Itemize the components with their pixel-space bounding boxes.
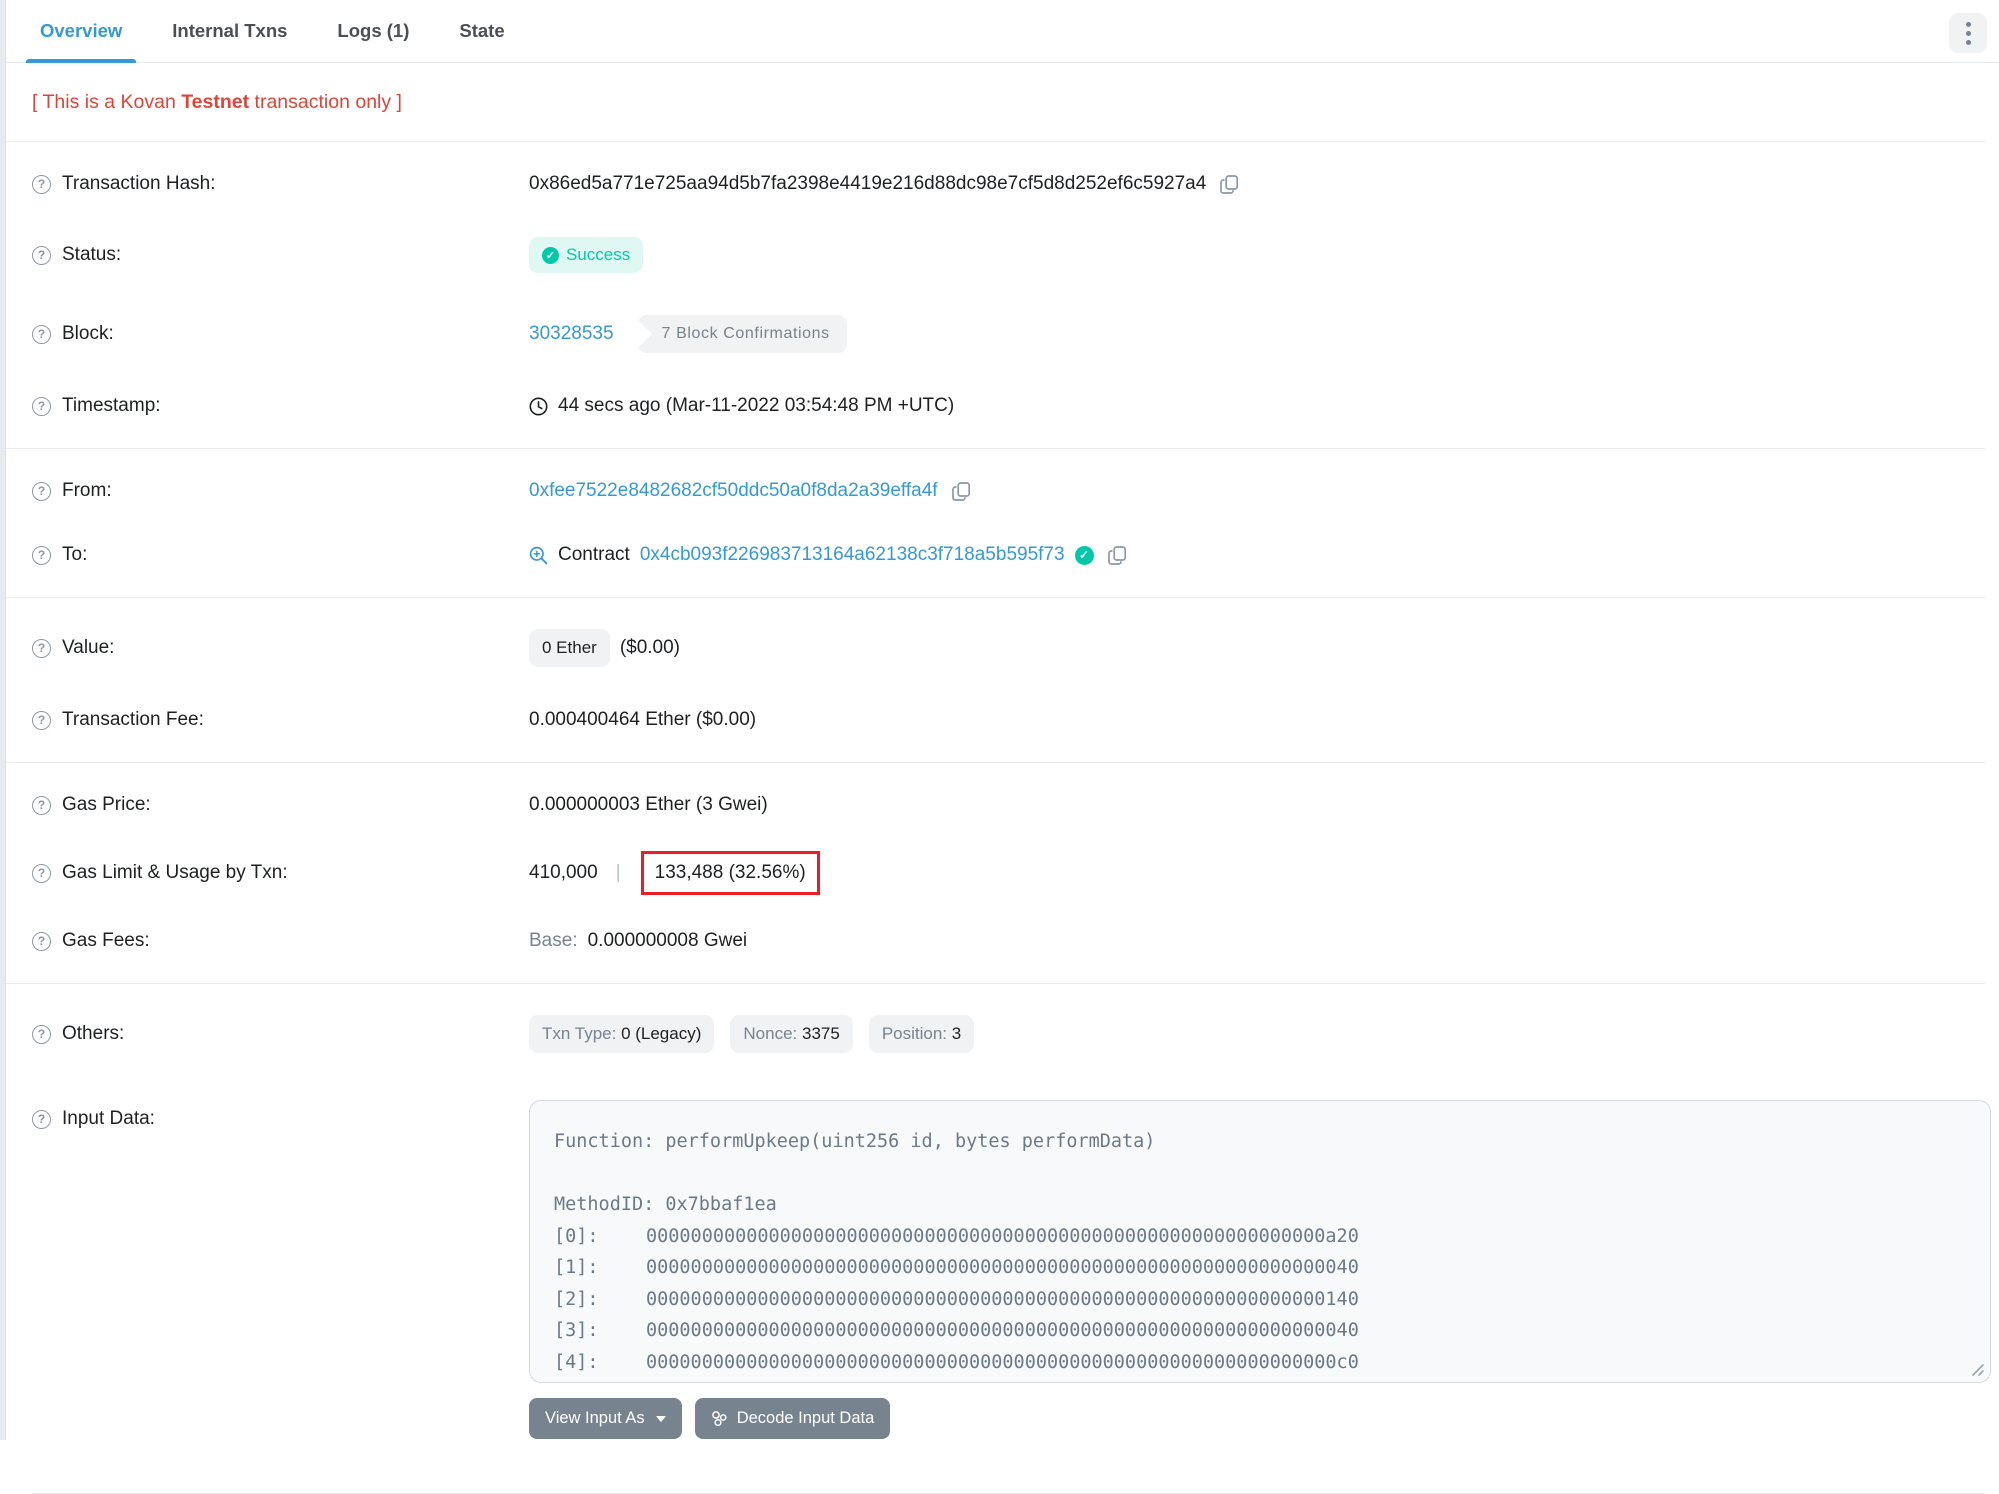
nonce-badge: Nonce: 3375 — [730, 1015, 853, 1053]
transaction-hash-value: 0x86ed5a771e725aa94d5b7fa2398e4419e216d8… — [529, 173, 1207, 194]
transaction-fee-label: ? Transaction Fee: — [32, 709, 529, 731]
position-badge: Position: 3 — [868, 1015, 975, 1053]
block-number-link[interactable]: 30328535 — [529, 323, 614, 345]
row-status: ? Status: ✓ Success — [6, 216, 1985, 294]
separator: | — [615, 862, 621, 883]
help-icon[interactable]: ? — [32, 1024, 51, 1044]
help-icon[interactable]: ? — [32, 174, 51, 194]
row-transaction-hash: ? Transaction Hash: 0x86ed5a771e725aa94d… — [6, 152, 1985, 216]
from-label: ? From: — [32, 480, 529, 502]
row-gas-fees: ? Gas Fees: Base: 0.000000008 Gwei — [6, 909, 1985, 973]
verified-contract-icon: ✓ — [1074, 545, 1094, 565]
row-gas-price: ? Gas Price: 0.000000003 Ether (3 Gwei) — [6, 773, 1985, 837]
gas-fees-label: ? Gas Fees: — [32, 930, 529, 952]
copy-icon[interactable] — [1220, 174, 1239, 194]
gas-price-label: ? Gas Price: — [32, 794, 529, 816]
view-input-as-button[interactable]: View Input As — [529, 1398, 682, 1439]
row-gas-limit-usage: ? Gas Limit & Usage by Txn: 410,000 | 13… — [6, 837, 1985, 909]
testnet-notice: [ This is a Kovan Testnet transaction on… — [32, 91, 402, 113]
transaction-hash-label: ? Transaction Hash: — [32, 173, 529, 195]
tab-logs[interactable]: Logs (1) — [323, 0, 423, 62]
section-summary: ? Transaction Hash: 0x86ed5a771e725aa94d… — [6, 141, 1985, 448]
input-param-row: [0]: 000000000000000000000000000000000000… — [554, 1225, 1359, 1247]
input-param-row: [5]:000000000000000000000000000000000000… — [554, 1378, 1966, 1382]
from-address-link[interactable]: 0xfee7522e8482682cf50ddc50a0f8da2a39effa… — [529, 480, 938, 502]
to-contract-prefix: Contract — [558, 544, 630, 565]
more-options-button[interactable] — [1949, 13, 1987, 53]
help-icon[interactable]: ? — [32, 638, 51, 658]
base-fee-label: Base: — [529, 930, 578, 951]
row-transaction-fee: ? Transaction Fee: 0.000400464 Ether ($0… — [6, 688, 1985, 752]
gas-limit-label: ? Gas Limit & Usage by Txn: — [32, 862, 529, 884]
vertical-ellipsis-icon — [1965, 21, 1971, 45]
section-parties: ? From: 0xfee7522e8482682cf50ddc50a0f8da… — [6, 448, 1985, 597]
method-id: MethodID: 0x7bbaf1ea — [554, 1194, 777, 1215]
decode-input-data-button[interactable]: Decode Input Data — [694, 1398, 891, 1439]
to-label: ? To: — [32, 544, 529, 566]
block-confirmations-badge: 7 Block Confirmations — [637, 315, 847, 353]
help-icon[interactable]: ? — [32, 931, 51, 951]
tab-state[interactable]: State — [445, 0, 518, 62]
section-gas: ? Gas Price: 0.000000003 Ether (3 Gwei) … — [6, 762, 1985, 983]
copy-icon[interactable] — [951, 481, 971, 501]
timestamp-label: ? Timestamp: — [32, 395, 529, 417]
input-data-label: ? Input Data: — [32, 1100, 529, 1130]
help-icon[interactable]: ? — [32, 795, 51, 815]
value-ether-badge: 0 Ether — [529, 629, 610, 667]
row-from: ? From: 0xfee7522e8482682cf50ddc50a0f8da… — [6, 459, 1985, 523]
input-data-textarea[interactable]: Function: performUpkeep(uint256 id, byte… — [529, 1100, 1991, 1383]
tab-overview[interactable]: Overview — [26, 0, 137, 63]
to-address-link[interactable]: 0x4cb093f226983713164a62138c3f718a5b595f… — [640, 544, 1065, 566]
value-usd: ($0.00) — [619, 637, 681, 658]
row-block: ? Block: 30328535 7 Block Confirmations — [6, 294, 1985, 374]
row-timestamp: ? Timestamp: 44 secs ago (Mar-11-2022 03… — [6, 374, 1985, 438]
check-circle-icon: ✓ — [542, 246, 559, 264]
value-label: ? Value: — [32, 637, 529, 659]
tab-bar: Overview Internal Txns Logs (1) State — [6, 0, 1999, 63]
gas-limit-value: 410,000 — [529, 862, 598, 883]
others-label: ? Others: — [32, 1023, 529, 1045]
row-input-data: ? Input Data: Function: performUpkeep(ui… — [6, 1074, 1991, 1460]
decode-icon — [711, 1411, 727, 1427]
tab-internal-txns[interactable]: Internal Txns — [158, 0, 301, 62]
window-left-edge — [0, 0, 6, 1440]
section-value: ? Value: 0 Ether ($0.00) ? Transaction F… — [6, 597, 1985, 762]
function-signature: Function: performUpkeep(uint256 id, byte… — [554, 1131, 1156, 1152]
search-plus-icon[interactable] — [529, 546, 548, 565]
help-icon[interactable]: ? — [32, 1109, 51, 1129]
input-param-row: [1]: 000000000000000000000000000000000000… — [554, 1257, 1359, 1278]
help-icon[interactable]: ? — [32, 396, 51, 416]
help-icon[interactable]: ? — [32, 481, 51, 501]
chevron-down-icon — [655, 1415, 666, 1422]
row-others: ? Others: Txn Type: 0 (Legacy) Nonce: 33… — [6, 994, 1985, 1074]
help-icon[interactable]: ? — [32, 245, 51, 265]
gas-usage-annotation-box: 133,488 (32.56%) — [640, 851, 820, 895]
transaction-details-page: Overview Internal Txns Logs (1) State [ … — [0, 0, 1999, 1494]
help-icon[interactable]: ? — [32, 545, 51, 565]
block-label: ? Block: — [32, 323, 529, 345]
status-badge: ✓ Success — [529, 237, 644, 273]
input-param-row: [3]: 000000000000000000000000000000000000… — [554, 1320, 1359, 1341]
row-value: ? Value: 0 Ether ($0.00) — [6, 608, 1985, 688]
copy-icon[interactable] — [1107, 545, 1127, 565]
base-fee-value: 0.000000008 Gwei — [587, 930, 748, 951]
status-label: ? Status: — [32, 244, 529, 266]
row-to: ? To: Contract 0x4cb093f226983713164a621… — [6, 523, 1985, 587]
input-param-row: [2]: 000000000000000000000000000000000000… — [554, 1288, 1359, 1310]
txn-type-badge: Txn Type: 0 (Legacy) — [529, 1015, 715, 1053]
timestamp-value: 44 secs ago (Mar-11-2022 03:54:48 PM +UT… — [558, 395, 955, 416]
gas-usage-value: 133,488 (32.56%) — [654, 862, 806, 883]
transaction-fee-value: 0.000400464 Ether ($0.00) — [529, 709, 757, 730]
section-others: ? Others: Txn Type: 0 (Legacy) Nonce: 33… — [6, 983, 1991, 1470]
input-param-row: [4]: 000000000000000000000000000000000000… — [554, 1351, 1359, 1373]
resize-handle[interactable] — [1969, 1361, 1985, 1377]
gas-price-value: 0.000000003 Ether (3 Gwei) — [529, 794, 768, 815]
help-icon[interactable]: ? — [32, 710, 51, 730]
clock-icon — [529, 397, 548, 415]
help-icon[interactable]: ? — [32, 324, 51, 344]
help-icon[interactable]: ? — [32, 863, 51, 883]
